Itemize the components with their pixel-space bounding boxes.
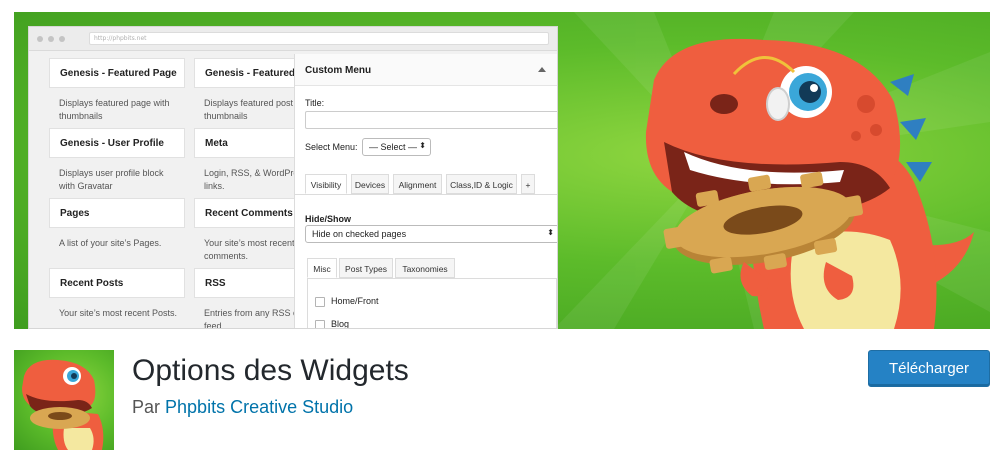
tab-taxonomies[interactable]: Taxonomies — [395, 258, 455, 278]
window-dot-icon — [48, 36, 54, 42]
select-menu-value: — Select — — [369, 142, 418, 152]
hide-show-dropdown[interactable]: Hide on checked pages ⬍ — [305, 225, 557, 243]
panel-title: Custom Menu — [305, 65, 372, 76]
title-label: Title: — [305, 98, 325, 108]
blog-label: Blog — [331, 319, 350, 329]
widget-description-line: Displays user profile block — [59, 168, 164, 178]
select-arrows-icon: ⬍ — [419, 141, 426, 150]
plugin-icon[interactable] — [14, 350, 114, 450]
widget-description-line: A list of your site’s Pages. — [59, 238, 162, 248]
widget-description-line: thumbnails — [59, 111, 103, 121]
dinosaur-thumbnail-icon — [22, 359, 104, 450]
widget-description: A list of your site’s Pages. — [49, 237, 185, 250]
tabs-divider — [295, 194, 557, 195]
address-bar[interactable]: http://phpbits.net — [89, 32, 549, 45]
browser-toolbar: http://phpbits.net — [29, 27, 557, 51]
browser-window: http://phpbits.net Genesis - Featured Pa… — [28, 26, 558, 329]
home-front-checkbox[interactable] — [315, 297, 325, 307]
select-menu-label: Select Menu: — [305, 142, 358, 152]
window-dot-icon — [59, 36, 65, 42]
custom-menu-widget-panel: Custom Menu Title: Select Menu: — Select… — [294, 54, 557, 329]
dinosaur-mascot-illustration — [645, 38, 974, 329]
plugin-byline: Par Phpbits Creative Studio — [132, 397, 353, 418]
widget-description: Displays user profile block with Gravata… — [49, 167, 185, 193]
title-input[interactable] — [305, 111, 557, 129]
plugin-banner: http://phpbits.net Genesis - Featured Pa… — [14, 12, 990, 329]
widget-description-line: Displays featured page with — [59, 98, 170, 108]
tab-alignment[interactable]: Alignment — [393, 174, 442, 194]
blog-checkbox[interactable] — [315, 320, 325, 328]
tab-add[interactable]: + — [521, 174, 535, 194]
collapse-arrow-icon[interactable] — [538, 67, 546, 72]
hide-show-value: Hide on checked pages — [312, 229, 407, 239]
tab-class-id-logic[interactable]: Class,ID & Logic — [446, 174, 517, 194]
widget-description-line: with Gravatar — [59, 181, 113, 191]
widget-title[interactable]: Genesis - User Profile — [49, 128, 185, 158]
select-menu-dropdown[interactable]: — Select — ⬍ — [362, 138, 431, 156]
window-dot-icon — [37, 36, 43, 42]
select-arrows-icon: ⬍ — [547, 228, 554, 237]
plugin-title: Options des Widgets — [132, 354, 409, 387]
byline-prefix: Par — [132, 397, 161, 417]
widget-title[interactable]: Recent Posts — [49, 268, 185, 298]
tab-misc[interactable]: Misc — [307, 258, 337, 278]
widget-description: Displays featured page with thumbnails — [49, 97, 185, 123]
home-front-label: Home/Front — [331, 296, 379, 306]
widget-title[interactable]: Pages — [49, 198, 185, 228]
author-link[interactable]: Phpbits Creative Studio — [165, 397, 353, 417]
tab-post-types[interactable]: Post Types — [339, 258, 393, 278]
hide-show-label: Hide/Show — [305, 214, 352, 224]
panel-header[interactable]: Custom Menu — [295, 54, 557, 86]
widget-title[interactable]: Genesis - Featured Page — [49, 58, 185, 88]
download-button[interactable]: Télécharger — [868, 350, 990, 387]
tab-visibility[interactable]: Visibility — [305, 174, 347, 194]
tab-devices[interactable]: Devices — [351, 174, 389, 194]
widget-description: Your site’s most recent Posts. — [49, 307, 185, 320]
widget-description-line: Your site’s most recent Posts. — [59, 308, 178, 318]
